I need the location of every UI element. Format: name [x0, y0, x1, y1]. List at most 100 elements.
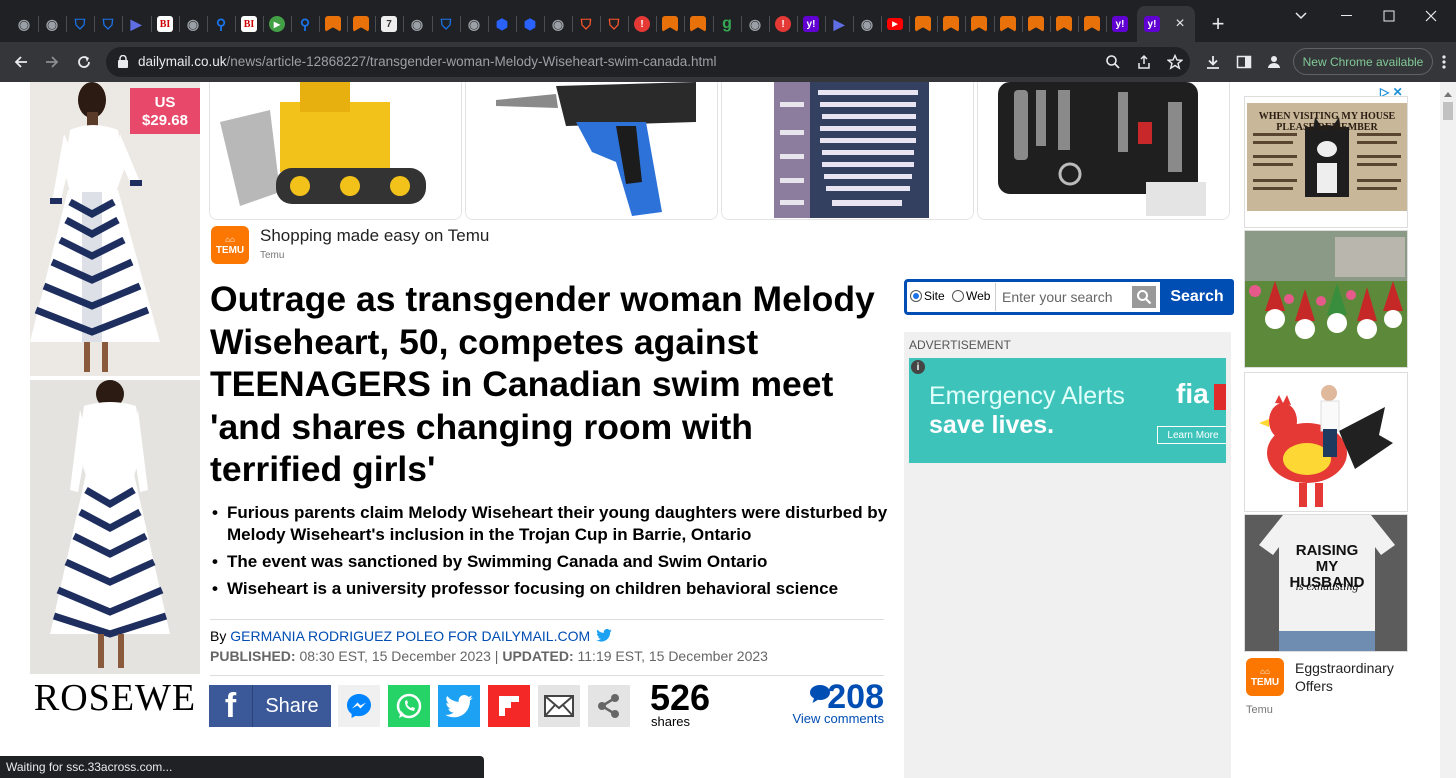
browser-tab[interactable]: ◉: [404, 9, 430, 39]
browser-tab[interactable]: ⬢: [517, 9, 543, 39]
page-scrollbar[interactable]: [1440, 82, 1456, 778]
cat-sign-product[interactable]: WHEN VISITING MY HOUSE PLEASE REMEMBER: [1244, 96, 1408, 228]
browser-tab[interactable]: ▶: [826, 9, 852, 39]
browser-tab[interactable]: y!: [1107, 9, 1133, 39]
tab-separator: [432, 16, 433, 32]
minimize-button[interactable]: [1332, 6, 1362, 26]
browser-tab[interactable]: ▮: [938, 9, 964, 39]
browser-tab[interactable]: ⛉: [67, 9, 93, 39]
zoom-icon: [1106, 55, 1120, 69]
browser-tab[interactable]: ▮: [1051, 9, 1077, 39]
fia-ad-line1: Emergency Alerts: [929, 382, 1125, 410]
tab-separator: [769, 16, 770, 32]
right-temu-ad[interactable]: WHEN VISITING MY HOUSE PLEASE REMEMBER R…: [1244, 82, 1410, 722]
browser-tab[interactable]: !: [770, 9, 796, 39]
browser-tab[interactable]: ▶: [123, 9, 149, 39]
left-rosewe-ad[interactable]: US $29.68 ROSEWE: [30, 82, 200, 722]
browser-tab[interactable]: ▮: [1079, 9, 1105, 39]
browser-menu-button[interactable]: [1436, 52, 1452, 72]
info-icon[interactable]: i: [911, 360, 925, 374]
browser-tab[interactable]: ⬢: [489, 9, 515, 39]
whatsapp-share-button[interactable]: [388, 685, 430, 727]
product-toy-bulldozer[interactable]: [209, 82, 462, 220]
browser-tab[interactable]: ▶: [264, 9, 290, 39]
browser-tab[interactable]: ▮: [966, 9, 992, 39]
search-web-radio[interactable]: Web: [952, 289, 990, 303]
dress-back-image[interactable]: [30, 380, 200, 674]
scroll-thumb[interactable]: [1443, 102, 1453, 120]
browser-tab[interactable]: ◉: [461, 9, 487, 39]
twitter-share-button[interactable]: [438, 685, 480, 727]
browser-tab[interactable]: ⛉: [433, 9, 459, 39]
browser-tab[interactable]: !: [629, 9, 655, 39]
bookmark-icon: ▮: [1056, 16, 1072, 32]
browser-tab[interactable]: BI: [236, 9, 262, 39]
downloads-button[interactable]: [1202, 51, 1224, 73]
browser-tab[interactable]: ◉: [11, 9, 37, 39]
search-site-radio[interactable]: Site: [910, 289, 945, 303]
learn-more-button[interactable]: Learn More: [1157, 426, 1226, 444]
browser-tab[interactable]: ◉: [854, 9, 880, 39]
rooster-costume-product[interactable]: [1244, 372, 1408, 512]
sponsored-temu[interactable]: ⌂⌂ TEMU Shopping made easy on Temu Temu: [211, 226, 489, 264]
browser-tab[interactable]: ▶: [882, 9, 908, 39]
scroll-up-arrow[interactable]: [1443, 86, 1453, 97]
author-link[interactable]: GERMANIA RODRIGUEZ POLEO FOR DAILYMAIL.C…: [230, 628, 590, 644]
summary-bullet: Wiseheart is a university professor focu…: [210, 578, 890, 600]
browser-tab[interactable]: ◉: [39, 9, 65, 39]
browser-tab[interactable]: y!: [798, 9, 824, 39]
browser-tab[interactable]: ◉: [742, 9, 768, 39]
tab-separator: [94, 16, 95, 32]
flipboard-share-button[interactable]: [488, 685, 530, 727]
view-comments-link[interactable]: View comments: [786, 711, 884, 726]
product-survival-kit[interactable]: [977, 82, 1230, 220]
maximize-button[interactable]: [1374, 6, 1404, 26]
new-chrome-available-button[interactable]: New Chrome available: [1293, 48, 1433, 75]
browser-tab[interactable]: ▮: [320, 9, 346, 39]
messenger-share-button[interactable]: [338, 685, 380, 727]
sponsored-title[interactable]: Shopping made easy on Temu: [260, 226, 489, 246]
reload-button[interactable]: [72, 50, 96, 74]
gnome-decor-product[interactable]: [1244, 230, 1408, 368]
bookmark-button[interactable]: [1164, 51, 1186, 73]
browser-tab[interactable]: ▮: [685, 9, 711, 39]
share-page-button[interactable]: [1133, 51, 1155, 73]
browser-tab[interactable]: ◉: [180, 9, 206, 39]
fia-emergency-alerts-ad[interactable]: i Emergency Alerts save lives. fia Learn…: [909, 358, 1226, 463]
temu-offer[interactable]: ⌂⌂ TEMU Eggstraordinary Offers Temu: [1246, 658, 1394, 716]
browser-tab[interactable]: ▮: [995, 9, 1021, 39]
close-tab-button[interactable]: ×: [1170, 14, 1190, 34]
browser-tab[interactable]: ▮: [348, 9, 374, 39]
browser-tab[interactable]: ⚲: [208, 9, 234, 39]
husband-shirt-product[interactable]: RAISING MY HUSBAND is exhausting: [1244, 514, 1408, 652]
browser-tab[interactable]: g: [714, 9, 740, 39]
browser-tab[interactable]: ⛉: [573, 9, 599, 39]
back-button[interactable]: [9, 50, 33, 74]
comment-count[interactable]: 208: [790, 680, 884, 714]
side-panel-button[interactable]: [1233, 51, 1255, 73]
search-button[interactable]: Search: [1160, 279, 1234, 315]
close-window-button[interactable]: [1416, 6, 1446, 26]
new-tab-button[interactable]: +: [1206, 11, 1230, 36]
twitter-icon[interactable]: [596, 628, 612, 642]
search-icon-button[interactable]: [1132, 286, 1156, 308]
product-glue-gun[interactable]: [465, 82, 718, 220]
browser-tab[interactable]: ▮: [910, 9, 936, 39]
product-mom-blanket[interactable]: [721, 82, 974, 220]
more-share-button[interactable]: [588, 685, 630, 727]
browser-tab[interactable]: ⚲: [292, 9, 318, 39]
zoom-button[interactable]: [1102, 51, 1124, 73]
browser-tab[interactable]: ⛉: [601, 9, 627, 39]
browser-tab[interactable]: ◉: [545, 9, 571, 39]
browser-tab[interactable]: BI: [152, 9, 178, 39]
url-text[interactable]: dailymail.co.uk/news/article-12868227/tr…: [138, 54, 717, 69]
tab-search-button[interactable]: [1286, 6, 1316, 26]
email-share-button[interactable]: [538, 685, 580, 727]
facebook-share-button[interactable]: f Share: [209, 685, 331, 727]
browser-tab[interactable]: ⛉: [95, 9, 121, 39]
browser-tab[interactable]: ▮: [657, 9, 683, 39]
browser-tab[interactable]: ▮: [1023, 9, 1049, 39]
profile-button[interactable]: [1263, 51, 1285, 73]
browser-tab[interactable]: 7: [376, 9, 402, 39]
forward-button[interactable]: [40, 50, 64, 74]
